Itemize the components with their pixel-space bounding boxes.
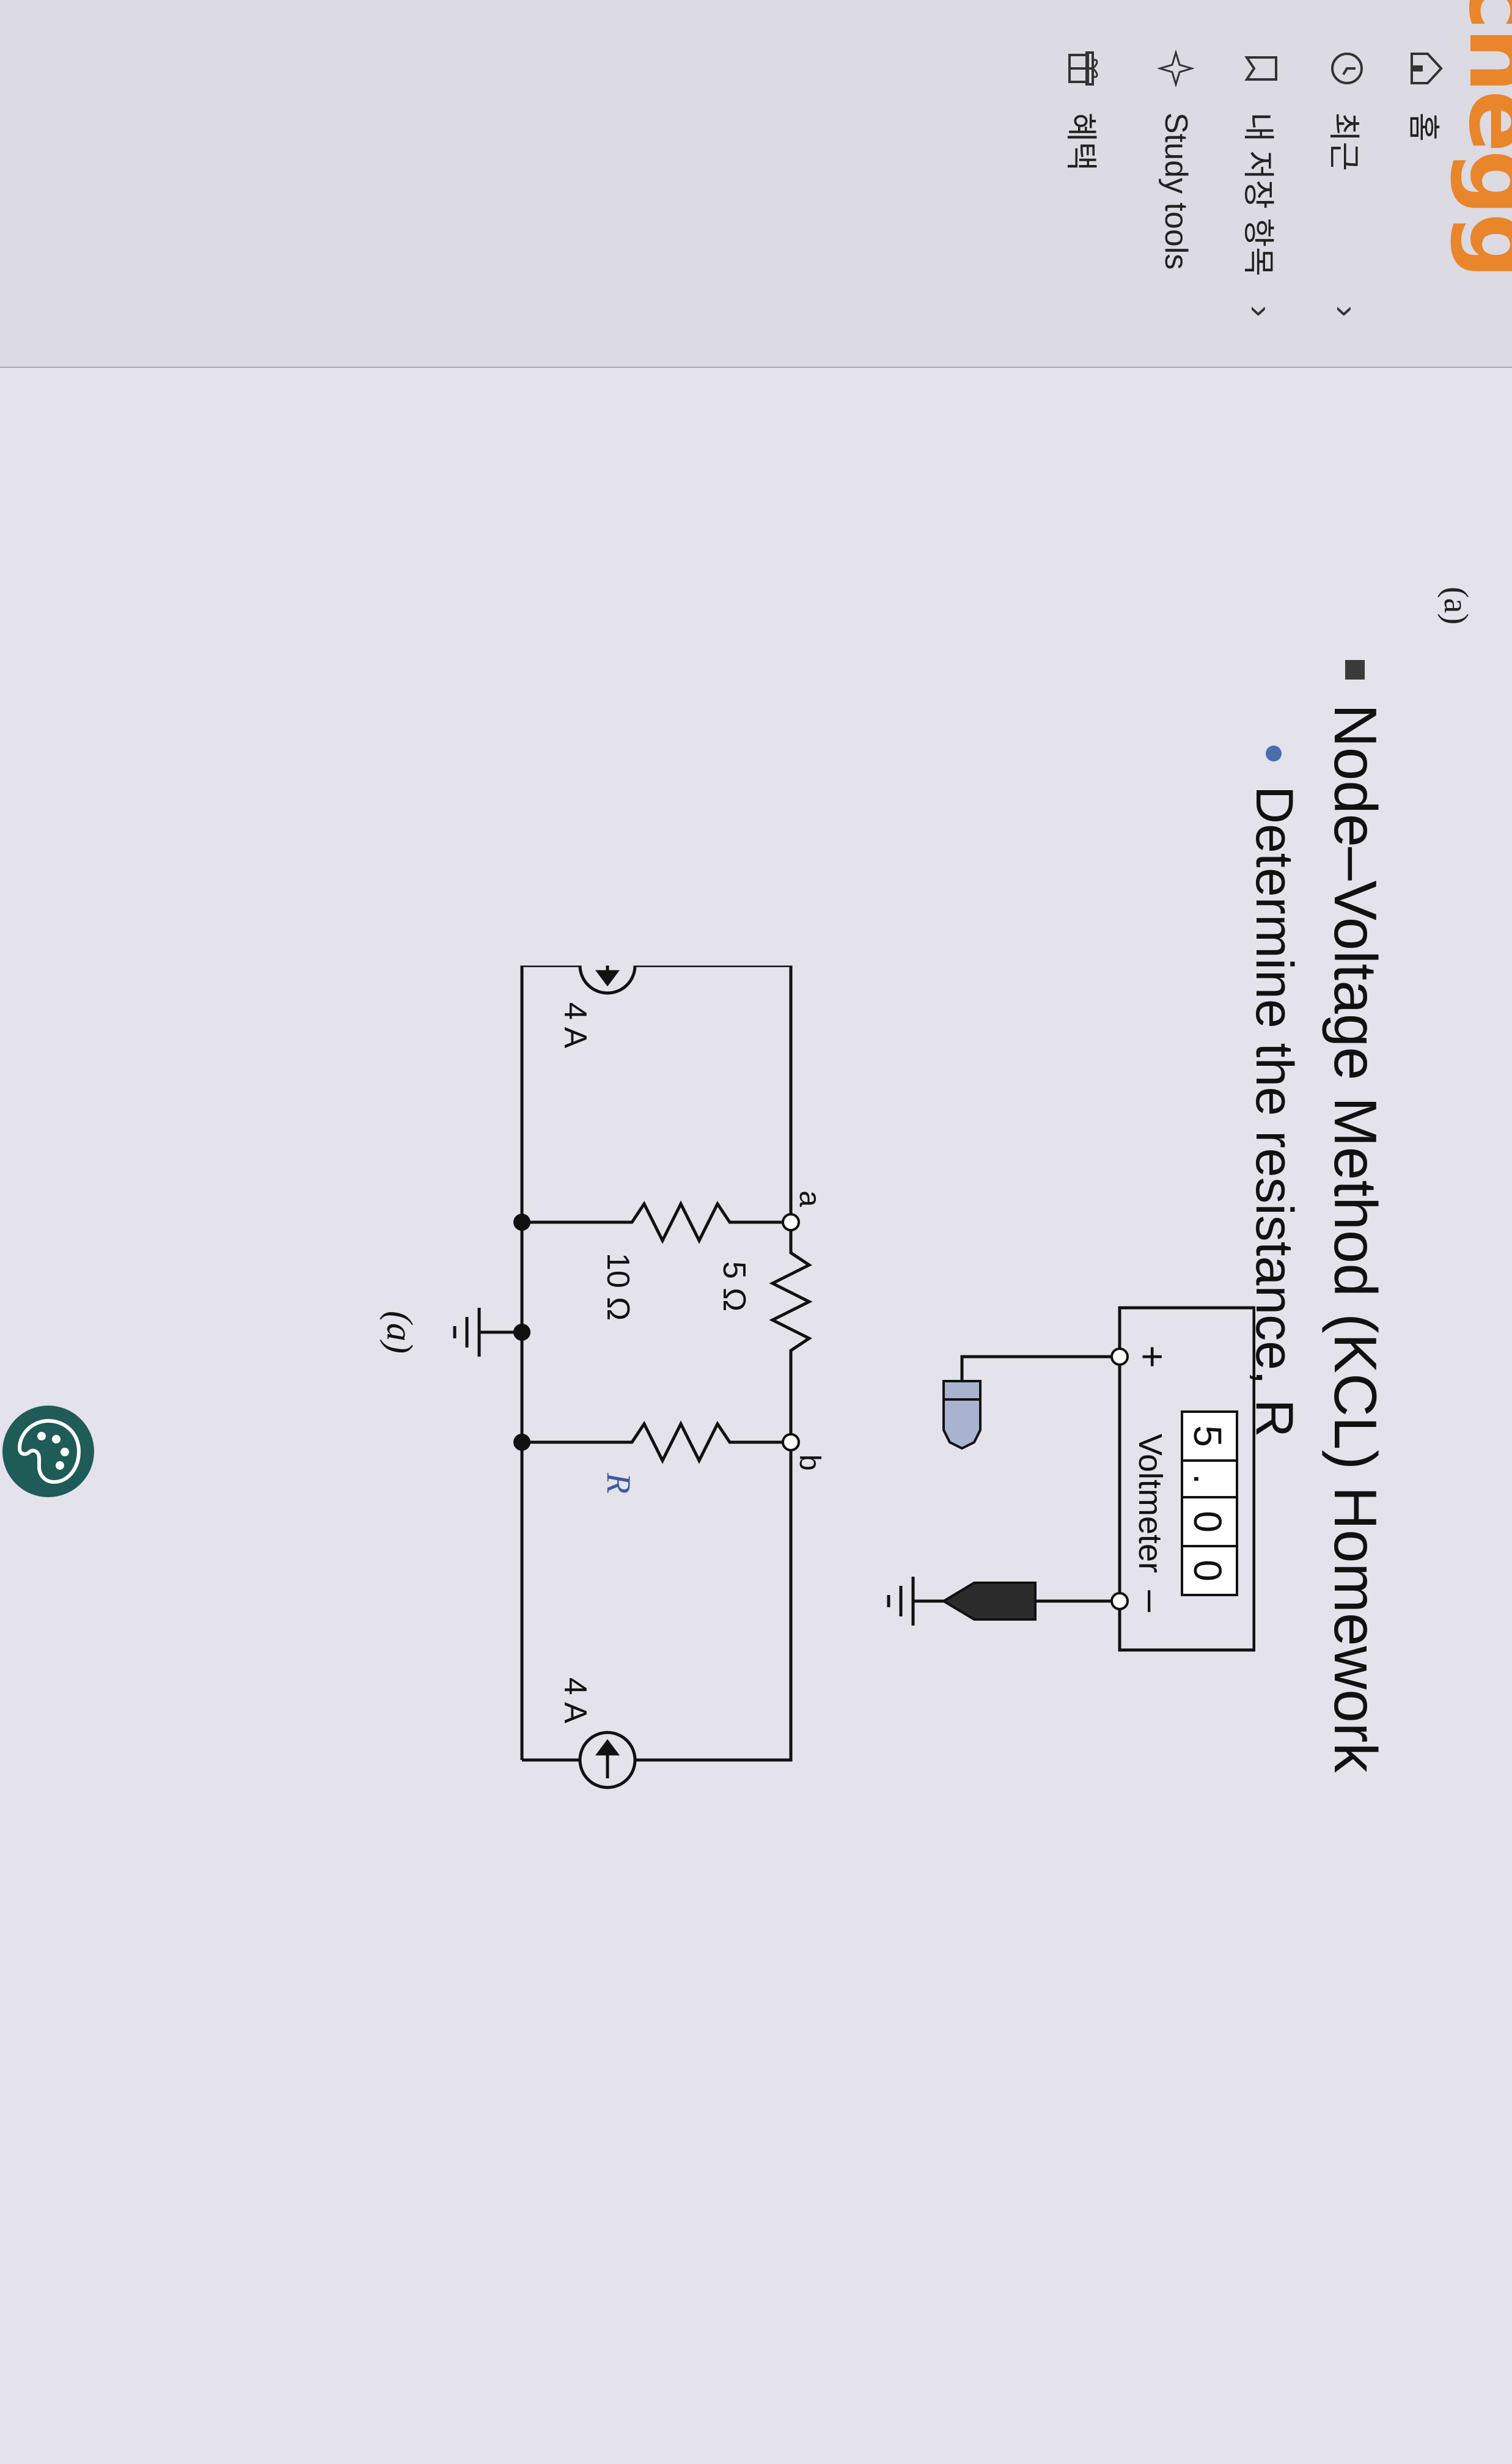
terminal-plus xyxy=(1110,1348,1129,1366)
sidebar-item-home[interactable]: 홈 xyxy=(1390,49,1463,142)
display-digit: 0 xyxy=(1186,1560,1230,1582)
junction-ground xyxy=(513,1324,530,1341)
probe-wire-positive xyxy=(960,1355,1120,1393)
display-digit: 5 xyxy=(1186,1425,1230,1447)
display-digit: 0 xyxy=(1186,1511,1230,1533)
top-caption: (a) xyxy=(1437,587,1475,625)
node-b xyxy=(782,1433,800,1451)
bookmark-icon xyxy=(1242,49,1281,88)
source-right-label: 4 A xyxy=(557,1678,593,1723)
square-bullet-icon xyxy=(1345,660,1365,680)
sidebar-item-saved[interactable]: 내 저장 항목 › xyxy=(1225,49,1298,317)
probe-positive-handle xyxy=(942,1380,982,1401)
junction-10-ohm xyxy=(513,1214,530,1231)
chevron-right-icon: › xyxy=(1327,306,1367,317)
sidebar-item-benefits[interactable]: 혜택 xyxy=(1048,49,1121,171)
probe-negative xyxy=(941,1582,1037,1621)
probe-positive xyxy=(942,1392,982,1450)
r-top-label: 5 Ω xyxy=(716,1261,752,1311)
probe-ground-symbol xyxy=(887,1577,944,1626)
heading-text: Node–Voltage Method (KCL) Homework xyxy=(1322,704,1389,1773)
node-a xyxy=(782,1213,800,1231)
sidebar-item-label: 내 저장 항목 xyxy=(1240,112,1276,277)
slide-heading: Node–Voltage Method (KCL) Homework xyxy=(1321,660,1390,1773)
gift-icon xyxy=(1065,49,1104,88)
sidebar-item-label: 최근 xyxy=(1326,112,1362,171)
r-left-label: 10 Ω xyxy=(600,1253,636,1321)
minus-sign: – xyxy=(1131,1590,1175,1612)
sidebar-item-label: Study tools xyxy=(1158,112,1194,270)
node-b-label: b xyxy=(793,1454,826,1471)
r-unknown-label: R xyxy=(600,1472,637,1494)
resistor-5-ohm xyxy=(769,1222,813,1442)
round-bullet-icon xyxy=(1266,746,1282,761)
chevron-right-icon: › xyxy=(1242,306,1281,317)
circuit-diagram: 5 . 0 0 Voltmeter + – a b 5 Ω 10 Ω R 4 A… xyxy=(380,966,1255,1789)
ground-symbol xyxy=(453,1308,481,1357)
home-icon xyxy=(1407,49,1446,88)
source-left-label: 4 A xyxy=(557,1002,593,1048)
sidebar-item-recent[interactable]: 최근 › xyxy=(1310,49,1384,317)
node-a-label: a xyxy=(793,1190,826,1207)
resistor-10-ohm xyxy=(522,1200,791,1244)
screen: chegg 홈 최근 › 내 저장 항목 › Study tools 혜택 (a… xyxy=(0,0,1512,2464)
sidebar-item-study-tools[interactable]: Study tools xyxy=(1139,49,1213,270)
circuit-caption: (a) xyxy=(380,1311,420,1354)
junction-r xyxy=(513,1434,530,1451)
terminal-minus xyxy=(1110,1592,1129,1610)
display-digit: . xyxy=(1186,1473,1230,1484)
clock-icon xyxy=(1327,49,1367,88)
voltmeter-display: 5 . 0 0 xyxy=(1181,1410,1238,1596)
sparkle-icon xyxy=(1156,49,1195,88)
slide: (a) Node–Voltage Method (KCL) Homework D… xyxy=(0,367,1512,2464)
sidebar-item-label: 혜택 xyxy=(1063,112,1099,171)
resistor-r xyxy=(522,1420,791,1464)
plus-sign: + xyxy=(1131,1345,1175,1368)
sidebar-item-label: 홈 xyxy=(1405,112,1441,142)
voltmeter-label: Voltmeter xyxy=(1132,1434,1169,1573)
sidebar: chegg 홈 최근 › 내 저장 항목 › Study tools 혜택 xyxy=(0,0,1512,1497)
